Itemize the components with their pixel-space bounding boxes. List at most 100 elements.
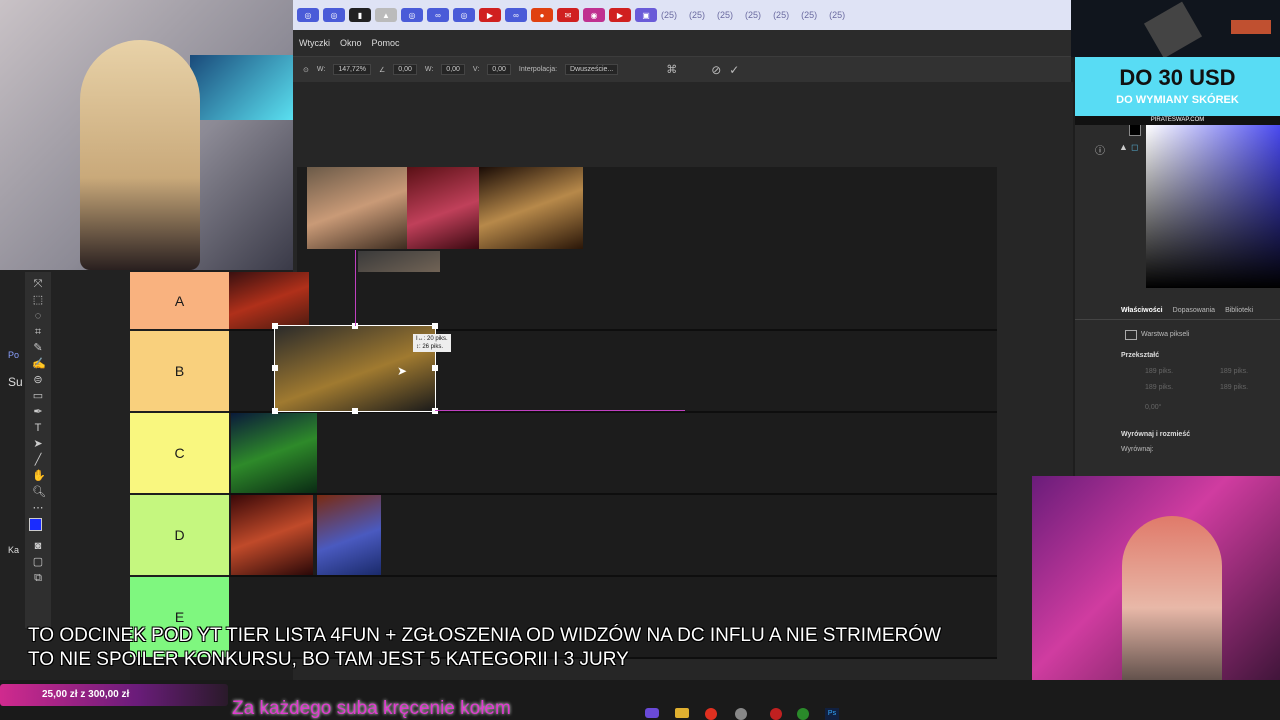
skew-h-field[interactable]: 0,00	[441, 64, 465, 75]
y-field[interactable]: 189 piks.	[1220, 384, 1248, 391]
tier-label-c: C	[130, 413, 229, 493]
tier-image[interactable]	[307, 167, 407, 249]
brush-tool-icon[interactable]: ✍	[32, 358, 46, 370]
transform-handle[interactable]	[272, 323, 278, 329]
link-icon[interactable]: ⊙	[303, 66, 309, 74]
chrome-taskbar-icon[interactable]	[705, 708, 717, 720]
more-tools-icon[interactable]: ⋯	[32, 502, 44, 514]
color-picker-field[interactable]	[1146, 125, 1280, 288]
screen-mode-icon[interactable]: ▢	[32, 556, 44, 568]
color-swatch[interactable]	[1129, 124, 1141, 136]
knife-image	[1143, 1, 1203, 59]
tier-image[interactable]	[317, 495, 381, 575]
tab-count[interactable]: (25)	[801, 10, 817, 20]
tab-properties[interactable]: Właściwości	[1121, 307, 1163, 314]
smart-guide	[435, 410, 685, 411]
tier-label-a: A	[130, 272, 229, 329]
tier-image[interactable]	[229, 272, 309, 329]
stamp-tool-icon[interactable]: ⊜	[32, 374, 44, 386]
eyedropper-tool-icon[interactable]: ✎	[32, 342, 44, 354]
photoshop-menubar: Wtyczki Okno Pomoc	[293, 30, 1071, 56]
height-field[interactable]: 189 piks.	[1145, 384, 1173, 391]
tab-count[interactable]: (25)	[661, 10, 677, 20]
type-tool-icon[interactable]: T	[32, 422, 44, 434]
tab-icon[interactable]: ◎	[297, 8, 319, 22]
youtube-tab-icon[interactable]: ▶	[479, 8, 501, 22]
marquee-tool-icon[interactable]: ⬚	[32, 294, 44, 306]
tier-image[interactable]	[231, 413, 317, 493]
x-field[interactable]: 189 piks.	[1220, 368, 1248, 375]
transform-options-bar: ⊙ W: 147,72% ∠ 0,00 W: 0,00 V: 0,00 Inte…	[293, 56, 1071, 82]
width-field[interactable]: 189 piks.	[1145, 368, 1173, 375]
width-field[interactable]: 147,72%	[333, 64, 371, 75]
move-tool-icon[interactable]: ⤧	[32, 278, 44, 290]
hand-tool-icon[interactable]: ✋	[32, 470, 46, 482]
discord-taskbar-icon[interactable]	[645, 708, 659, 718]
eraser-tool-icon[interactable]: ▭	[32, 390, 44, 402]
tab-count[interactable]: (25)	[689, 10, 705, 20]
angle-field[interactable]: 0,00	[393, 64, 417, 75]
transform-section-header[interactable]: Przekształć	[1121, 352, 1159, 359]
tab-icon[interactable]: ▮	[349, 8, 371, 22]
web-color-icon: ◻	[1131, 142, 1139, 152]
app-taskbar-icon[interactable]	[797, 708, 809, 720]
menu-item-window[interactable]: Okno	[340, 38, 362, 48]
frame-icon[interactable]: ⧉	[32, 572, 44, 584]
selected-layer-image[interactable]	[274, 325, 436, 412]
tab-icon[interactable]: ∞	[427, 8, 449, 22]
tab-libraries[interactable]: Biblioteki	[1225, 307, 1253, 314]
transform-handle[interactable]	[272, 365, 278, 371]
foreground-color-swatch[interactable]	[29, 518, 42, 531]
tier-label-b: B	[130, 331, 229, 411]
color-swatches[interactable]	[29, 518, 48, 537]
info-icon[interactable]: ⓘ	[1095, 142, 1105, 157]
warp-icon[interactable]: ⌘	[666, 63, 677, 76]
pen-tool-icon[interactable]: ✒	[32, 406, 44, 418]
transform-handle[interactable]	[432, 408, 438, 414]
transform-handle[interactable]	[432, 323, 438, 329]
tab-icon[interactable]: ▲	[375, 8, 397, 22]
skew-v-field[interactable]: 0,00	[487, 64, 511, 75]
tier-row-a	[229, 272, 997, 331]
cancel-transform-icon[interactable]: ⊘	[711, 63, 721, 77]
line-tool-icon[interactable]: ╱	[32, 454, 44, 466]
tab-icon[interactable]: ◎	[453, 8, 475, 22]
tier-label-text: A	[174, 292, 185, 309]
tier-image[interactable]	[479, 167, 583, 249]
ad-subline: DO WYMIANY SKÓREK	[1116, 94, 1239, 106]
tab-count[interactable]: (25)	[745, 10, 761, 20]
commit-transform-icon[interactable]: ✓	[729, 63, 739, 77]
tier-image[interactable]	[407, 167, 479, 249]
tab-icon[interactable]: ∞	[505, 8, 527, 22]
quick-mask-icon[interactable]: ◙	[32, 540, 44, 552]
transform-handle[interactable]	[432, 365, 438, 371]
interpolation-select[interactable]: Dwuszeście...	[565, 64, 619, 75]
tab-adjustments[interactable]: Dopasowania	[1173, 307, 1215, 314]
tier-image[interactable]	[231, 495, 313, 575]
crop-tool-icon[interactable]: ⌗	[32, 326, 44, 338]
gmail-tab-icon[interactable]: ✉	[557, 8, 579, 22]
menu-item-help[interactable]: Pomoc	[372, 38, 400, 48]
angle-field[interactable]: 0,00°	[1145, 404, 1161, 411]
folder-taskbar-icon[interactable]	[675, 708, 689, 718]
photoshop-taskbar-icon[interactable]: Ps	[825, 708, 839, 720]
tab-count[interactable]: (25)	[829, 10, 845, 20]
lasso-tool-icon[interactable]: ◌	[32, 310, 44, 322]
tab-icon[interactable]: ◎	[401, 8, 423, 22]
width-label: W:	[316, 66, 326, 73]
transform-handle[interactable]	[352, 408, 358, 414]
path-select-tool-icon[interactable]: ➤	[32, 438, 44, 450]
reddit-tab-icon[interactable]: ●	[531, 8, 553, 22]
menu-item-plugins[interactable]: Wtyczki	[299, 38, 330, 48]
tab-icon[interactable]: ◎	[323, 8, 345, 22]
app-taskbar-icon[interactable]	[770, 708, 782, 720]
transform-handle[interactable]	[272, 408, 278, 414]
youtube-tab-icon[interactable]: ▶	[609, 8, 631, 22]
instagram-tab-icon[interactable]: ◉	[583, 8, 605, 22]
tab-icon[interactable]: ▣	[635, 8, 657, 22]
align-section-header[interactable]: Wyrównaj i rozmieść	[1121, 431, 1190, 438]
tab-count[interactable]: (25)	[773, 10, 789, 20]
zoom-tool-icon[interactable]: 🔍︎	[32, 486, 46, 498]
tab-count[interactable]: (25)	[717, 10, 733, 20]
settings-taskbar-icon[interactable]	[735, 708, 747, 720]
